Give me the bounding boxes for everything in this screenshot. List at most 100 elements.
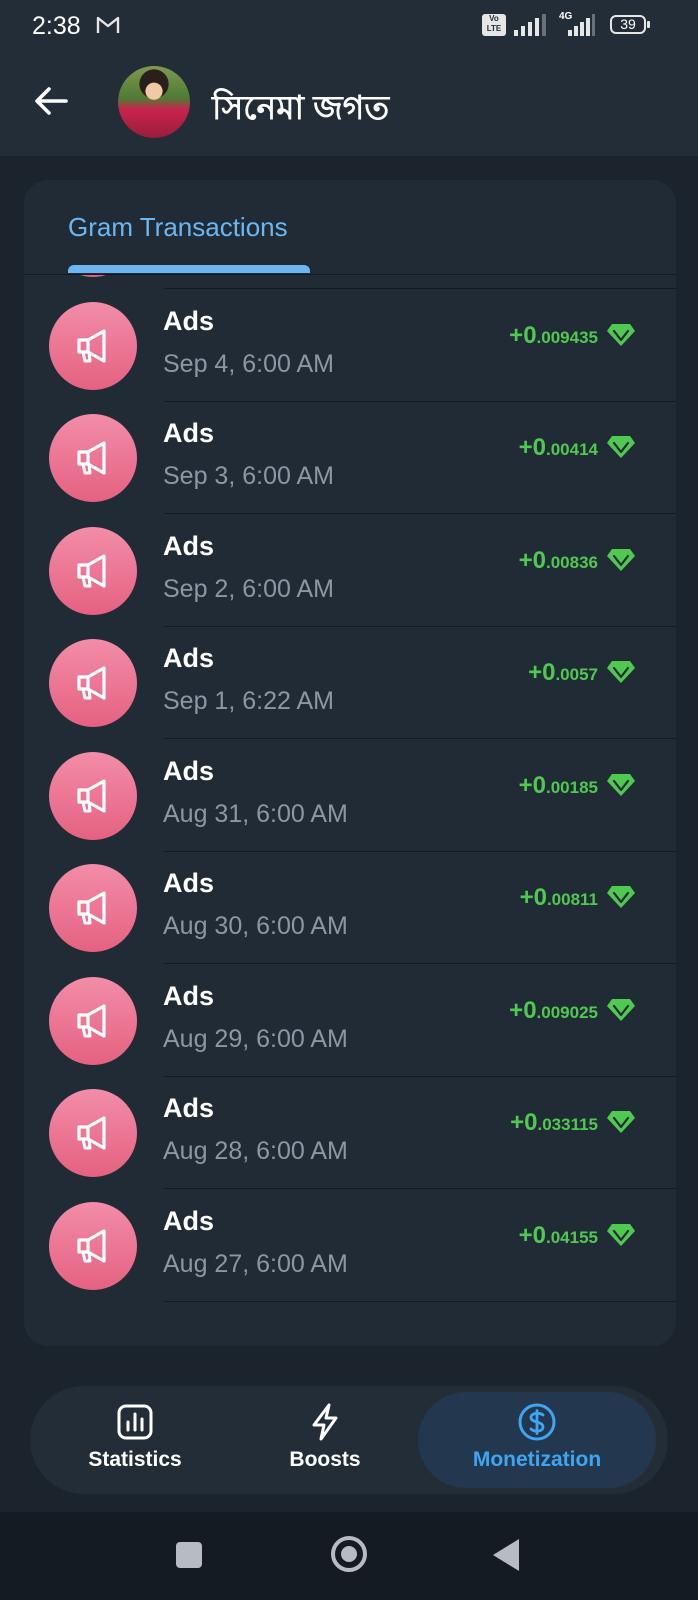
transaction-row[interactable]: Ads Sep 1, 6:22 AM +0.0057 <box>24 627 676 739</box>
diamond-icon <box>607 1223 635 1246</box>
transaction-date: Aug 28, 6:00 AM <box>163 1137 348 1165</box>
megaphone-icon <box>77 328 106 363</box>
ads-megaphone-icon <box>49 526 137 615</box>
transaction-date: Aug 29, 6:00 AM <box>163 1024 348 1053</box>
transaction-date: Aug 27, 6:00 AM <box>163 1249 348 1278</box>
amount-decimal: .0057 <box>555 665 598 684</box>
dollar-circle-icon <box>518 1403 556 1441</box>
amount-decimal: .04155 <box>546 1227 598 1247</box>
volte-label: Vo LTE <box>486 14 502 33</box>
home-button[interactable] <box>331 1536 367 1572</box>
transaction-row[interactable]: Ads Aug 31, 6:00 AM +0.00185 <box>24 740 676 852</box>
megaphone-icon <box>77 891 106 925</box>
nav-monetization[interactable]: Monetization <box>418 1392 656 1488</box>
amount-decimal: .033115 <box>537 1115 598 1134</box>
diamond-icon <box>607 548 635 571</box>
amount-decimal: .00414 <box>546 440 598 459</box>
megaphone-icon <box>77 666 106 700</box>
gmail-icon <box>96 16 120 33</box>
lightning-icon <box>312 1403 338 1441</box>
transaction-row[interactable]: Ads Aug 29, 6:00 AM +0.009025 <box>24 965 676 1077</box>
megaphone-icon <box>77 1116 106 1150</box>
back-arrow-icon[interactable] <box>32 82 70 120</box>
channel-avatar[interactable] <box>118 66 190 138</box>
system-nav-bar <box>0 1512 698 1600</box>
transaction-date: Aug 31, 6:00 AM <box>163 799 348 828</box>
transaction-title: Ads <box>163 980 215 1011</box>
transaction-amount: +0.009435 <box>509 322 598 350</box>
transaction-title: Ads <box>163 1205 215 1236</box>
nav-monetization-label: Monetization <box>472 1448 602 1471</box>
row-divider <box>164 1300 676 1302</box>
transaction-title: Ads <box>163 530 215 561</box>
battery-level: 39 <box>620 16 636 32</box>
transaction-date: Sep 1, 6:22 AM <box>163 687 334 715</box>
status-bar: 2:38 Vo LTE 4G 39 <box>0 0 698 52</box>
transaction-title: Ads <box>163 755 215 786</box>
transaction-title: Ads <box>163 868 215 898</box>
bar-chart-icon <box>117 1404 153 1440</box>
ads-megaphone-icon <box>49 1201 137 1290</box>
tab-bar: Gram Transactions <box>24 180 676 275</box>
transaction-row[interactable]: Ads Aug 28, 6:00 AM +0.033115 <box>24 1077 676 1189</box>
diamond-icon <box>607 886 635 908</box>
transaction-date: Aug 30, 6:00 AM <box>163 912 348 940</box>
system-back-button[interactable] <box>493 1539 519 1571</box>
bottom-nav: Statistics Boosts Monetization <box>30 1386 668 1494</box>
nav-boosts-label: Boosts <box>289 1448 361 1471</box>
battery-icon: 39 <box>610 15 650 34</box>
amount-decimal: .00836 <box>546 552 598 572</box>
recents-button[interactable] <box>176 1542 202 1568</box>
amount-decimal: .00811 <box>546 890 598 909</box>
app-header: সিনেমা জগত <box>0 52 698 156</box>
transaction-amount: +0.033115 <box>510 1109 598 1137</box>
ads-megaphone-icon <box>49 301 137 390</box>
diamond-icon <box>607 773 635 796</box>
transaction-row[interactable]: Ads Sep 3, 6:00 AM +0.00414 <box>24 402 676 514</box>
nav-statistics[interactable]: Statistics <box>60 1392 210 1488</box>
amount-integer: +0 <box>518 546 546 574</box>
amount-integer: +0 <box>519 884 547 911</box>
tab-indicator <box>68 265 310 273</box>
megaphone-icon <box>77 441 106 475</box>
megaphone-icon <box>77 778 106 813</box>
ads-megaphone-icon <box>49 414 137 502</box>
transaction-amount: +0.04155 <box>519 1222 598 1250</box>
megaphone-icon <box>77 553 106 588</box>
transaction-amount: +0.00414 <box>519 434 598 462</box>
transaction-title: Ads <box>163 418 215 448</box>
transaction-row[interactable]: Ads Aug 30, 6:00 AM +0.00811 <box>24 852 676 964</box>
signal-icon <box>514 14 546 36</box>
transaction-amount: +0.00185 <box>519 772 598 800</box>
status-time: 2:38 <box>32 12 81 40</box>
channel-title: সিনেমা জগত <box>212 89 390 126</box>
nav-boosts[interactable]: Boosts <box>250 1392 400 1488</box>
transaction-row[interactable]: Ads Sep 4, 6:00 AM +0.009435 <box>24 290 676 402</box>
amount-integer: +0 <box>518 434 546 461</box>
diamond-icon <box>607 436 635 458</box>
diamond-icon <box>607 998 635 1021</box>
volte-icon: Vo LTE <box>482 14 506 36</box>
ads-megaphone-icon <box>49 751 137 840</box>
transaction-amount: +0.009025 <box>509 997 598 1025</box>
amount-integer: +0 <box>509 996 537 1024</box>
megaphone-icon <box>77 1228 106 1263</box>
transactions-card: Gram Transactions AdsSep 5, 6:00 AM+0.01… <box>24 180 676 1346</box>
transaction-row[interactable]: Ads Aug 27, 6:00 AM +0.04155 <box>24 1190 676 1302</box>
transaction-date: Sep 2, 6:00 AM <box>163 574 334 603</box>
amount-integer: +0 <box>518 771 546 799</box>
amount-decimal: .009025 <box>536 1002 598 1022</box>
transaction-amount: +0.00811 <box>520 884 598 912</box>
amount-integer: +0 <box>509 321 537 349</box>
diamond-icon <box>607 661 635 683</box>
transaction-row[interactable]: Ads Sep 2, 6:00 AM +0.00836 <box>24 515 676 627</box>
transaction-title: Ads <box>163 305 215 336</box>
diamond-icon <box>607 1111 635 1133</box>
signal-4g-icon <box>568 14 595 36</box>
amount-integer: +0 <box>518 1221 546 1249</box>
transaction-title: Ads <box>163 643 215 673</box>
amount-integer: +0 <box>528 659 556 686</box>
amount-decimal: .00185 <box>546 777 598 797</box>
ads-megaphone-icon <box>49 1089 137 1177</box>
tab-gram-transactions[interactable]: Gram Transactions <box>68 212 288 243</box>
